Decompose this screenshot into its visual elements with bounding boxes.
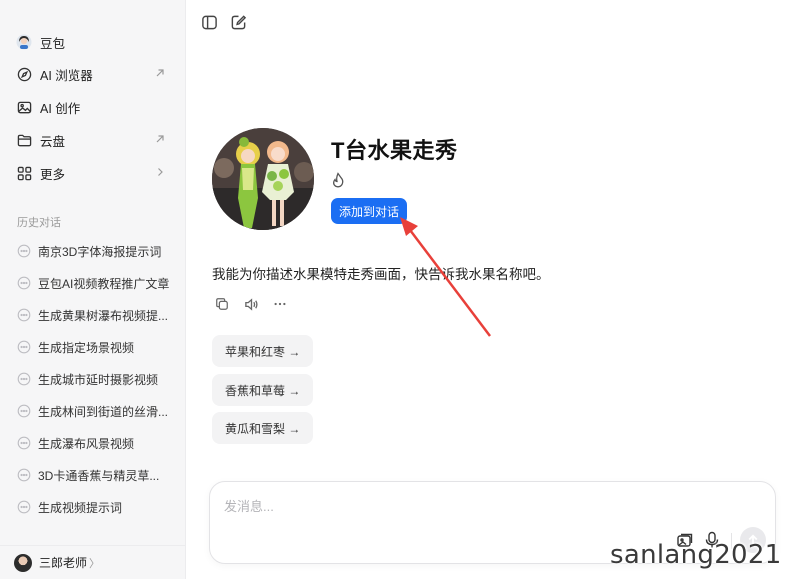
chevron-right-icon [154,166,166,178]
watermark-text: sanlang2021 [610,540,782,570]
history-item[interactable]: 生成视频提示词 [8,493,178,521]
history-item-title: 生成瀑布风景视频 [38,436,135,451]
history-section-label: 历史对话 [17,217,61,229]
external-link-icon [154,133,166,145]
chat-bubble-icon [17,436,31,450]
history-item[interactable]: 生成瀑布风景视频 [8,429,178,457]
sidebar: 豆包 AI 浏览器 AI 创作 云盘 更多 历史对话 南京3D字体海报提示词 豆… [0,0,186,579]
bot-portrait-image [212,128,314,230]
add-to-conversation-button[interactable]: 添加到对话 [331,198,407,224]
user-profile-button[interactable]: 三郎老师 〉 [0,545,185,579]
sidebar-item-doubao[interactable]: 豆包 [8,27,178,57]
sidebar-item-label: 云盘 [40,134,66,149]
history-item[interactable]: 生成林间到街道的丝滑... [8,397,178,425]
history-item-title: 生成林间到街道的丝滑... [38,404,169,419]
sidebar-item-ai-browser[interactable]: AI 浏览器 [8,59,178,89]
history-fade [0,520,185,546]
history-item-title: 豆包AI视频教程推广文章 [38,276,170,291]
chat-bubble-icon [17,276,31,290]
sidebar-item-label: 更多 [40,167,66,182]
chat-bubble-icon [17,308,31,322]
chat-bubble-icon [17,500,31,514]
fire-icon [331,172,345,188]
history-item-title: 生成指定场景视频 [38,340,135,355]
history-item[interactable]: 3D卡通香蕉与精灵草... [8,461,178,489]
chat-bubble-icon [17,244,31,258]
chat-bubble-icon [17,372,31,386]
history-item[interactable]: 生成黄果树瀑布视频提... [8,301,178,329]
bot-intro-message: 我能为你描述水果模特走秀画面，快告诉我水果名称吧。 [212,267,550,282]
history-item-title: 3D卡通香蕉与精灵草... [38,468,160,483]
folder-icon [16,132,32,148]
history-item[interactable]: 生成指定场景视频 [8,333,178,361]
sidebar-item-cloud-drive[interactable]: 云盘 [8,125,178,155]
history-item-title: 南京3D字体海报提示词 [38,244,162,259]
history-item[interactable]: 生成城市延时摄影视频 [8,365,178,393]
speaker-icon[interactable] [244,297,260,313]
sidebar-item-ai-create[interactable]: AI 创作 [8,92,178,122]
history-item[interactable]: 豆包AI视频教程推广文章 [8,269,178,297]
history-item-title: 生成黄果树瀑布视频提... [38,308,169,323]
history-item[interactable]: 南京3D字体海报提示词 [8,237,178,265]
chat-bubble-icon [17,468,31,482]
chevron-right-icon: 〉 [89,557,101,570]
grid-icon [16,165,32,181]
suggestion-chip[interactable]: 黄瓜和雪梨 → [212,412,314,444]
copy-icon[interactable] [215,297,231,313]
sidebar-toggle-icon[interactable] [201,14,219,32]
user-name: 三郎老师 [39,556,88,570]
history-item-title: 生成城市延时摄影视频 [38,372,159,387]
chat-bubble-icon [17,404,31,418]
sidebar-item-label: 豆包 [40,36,66,51]
chat-bubble-icon [17,340,31,354]
suggestion-chip[interactable]: 苹果和红枣 → [212,335,314,367]
app-window: 豆包 AI 浏览器 AI 创作 云盘 更多 历史对话 南京3D字体海报提示词 豆… [0,0,800,579]
bot-title: T台水果走秀 [331,138,458,163]
sidebar-item-more[interactable]: 更多 [8,158,178,188]
doubao-avatar-icon [16,34,32,50]
suggestion-chip[interactable]: 香蕉和草莓 → [212,374,314,406]
sidebar-item-label: AI 浏览器 [40,68,93,83]
compass-icon [16,66,32,82]
more-icon[interactable] [273,297,289,313]
image-icon [16,99,32,115]
sidebar-item-label: AI 创作 [40,101,81,116]
external-link-icon [154,67,166,79]
history-item-title: 生成视频提示词 [38,500,123,515]
message-input[interactable]: 发消息... [224,496,274,515]
avatar [14,553,32,572]
new-chat-icon[interactable] [230,14,248,32]
